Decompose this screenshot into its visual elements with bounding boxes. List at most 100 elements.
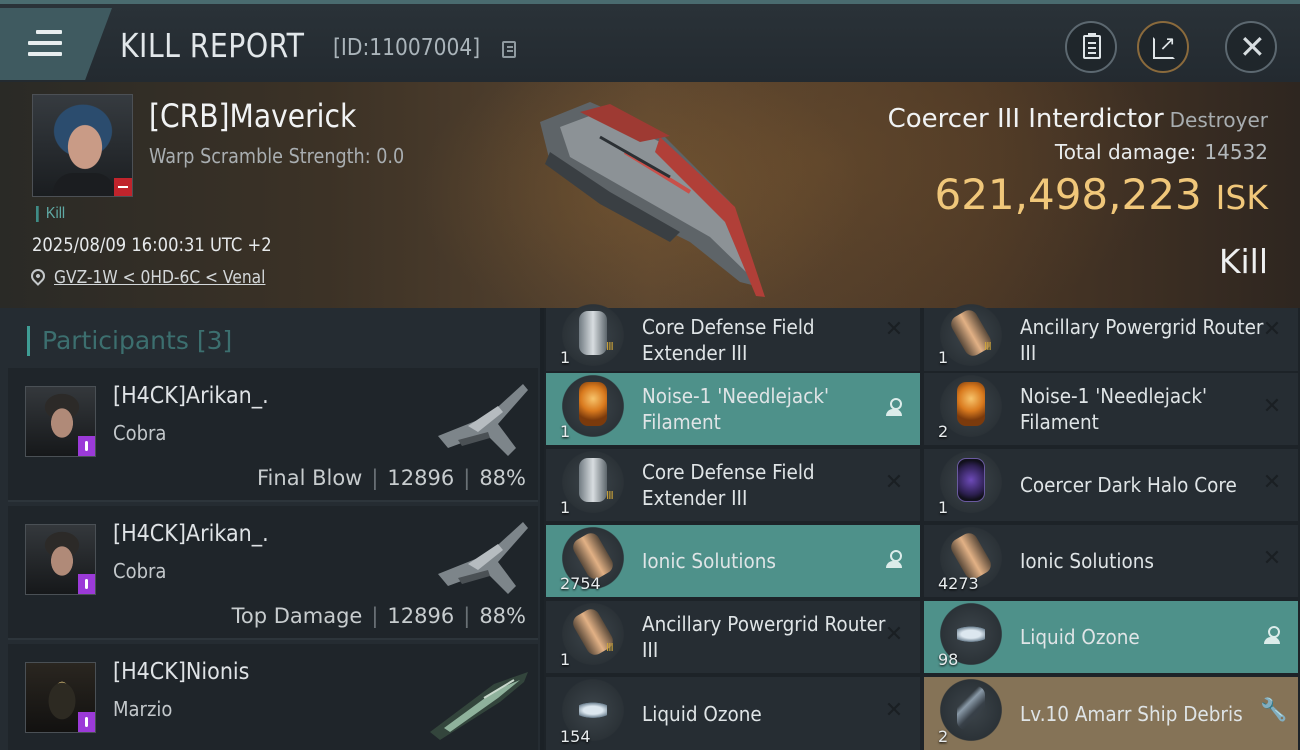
close-icon: ✕ [1239,28,1266,66]
isk-value: 621,498,223 ISK [934,170,1268,219]
participant-ship: Cobra [113,421,167,445]
item-label: Lv.10 Amarr Ship Debris [1020,701,1243,726]
report-id: [ID:11007004] [333,35,481,61]
item-qty: 1 [560,348,571,367]
item-slot[interactable]: 1 Coercer Dark Halo Core ✕ [924,449,1298,521]
participant-name: [H4CK]Arikan_. [113,383,269,409]
total-damage-label: Total damage: [1054,140,1197,164]
avatar [25,662,96,733]
item-slot[interactable]: 2754 Ionic Solutions [546,525,920,597]
item-qty: 98 [938,650,959,669]
participants-count: [3] [196,326,233,355]
item-qty: 1 [938,498,949,517]
item-qty: 2754 [560,574,601,593]
participant-ship-image [438,384,528,456]
item-slot[interactable]: 4273 Ionic Solutions ✕ [924,525,1298,597]
item-qty: 1 [560,650,571,669]
participant-role: Top Damage [231,604,363,628]
item-slot[interactable]: 2 Noise-1 'Needlejack' Filament ✕ [924,373,1298,445]
destroyed-icon: ✕ [884,470,904,495]
item-slot[interactable]: 1 Noise-1 'Needlejack' Filament [546,373,920,445]
dropped-user-icon [882,395,906,419]
item-label: Coercer Dark Halo Core [1020,473,1237,497]
total-damage: Total damage: 14532 [1055,140,1268,164]
participant-ship-image [438,522,528,594]
dropped-user-icon [1260,623,1284,647]
items-grid: III 1 Core Defense Field Extender III ✕ … [544,302,1300,750]
item-slot[interactable]: III 1 Core Defense Field Extender III ✕ [546,302,920,371]
item-qty: 2 [938,422,949,441]
participants-label: Participants [42,326,189,355]
participant-stats: Final Blow | 12896 | 88% [257,466,526,490]
item-label: Ionic Solutions [642,549,776,573]
item-label: Core Defense Field Extender III [642,314,815,365]
item-label: Noise-1 'Needlejack' Filament [1020,384,1208,434]
participants-panel: Participants [3] [H4CK]Arikan_. Cobra Fi… [0,308,540,750]
item-qty: 4273 [938,574,979,593]
participant-ship: Cobra [113,559,167,583]
participant-ship: Marzio [113,697,173,721]
loss-badge-icon [114,178,132,196]
destroyed-icon: ✕ [884,317,904,342]
item-slot[interactable]: III 1 Core Defense Field Extender III ✕ [546,449,920,521]
dropped-user-icon [882,547,906,571]
menu-button[interactable] [0,8,112,80]
item-qty: 1 [560,498,571,517]
item-label: Ancillary Powergrid Router III [642,612,886,662]
participant-ship-image [430,672,528,740]
kill-tag: Kill [36,206,65,222]
item-qty: 1 [938,348,949,367]
close-button[interactable]: ✕ [1225,21,1277,73]
total-damage-value: 14532 [1204,140,1268,164]
destroyed-icon: ✕ [1262,470,1282,495]
participant-card[interactable]: [H4CK]Arikan_. Cobra Top Damage | 12896 | 88… [8,506,538,640]
participant-role: Final Blow [257,466,363,490]
victim-portrait[interactable] [32,94,133,197]
participant-damage: 12896 [387,604,455,628]
clipboard-button[interactable] [1065,21,1117,73]
participant-card[interactable]: [H4CK]Nionis Marzio [8,644,538,750]
rank-badge-icon [78,712,95,732]
item-qty: 154 [560,727,591,746]
kill-timestamp: 2025/08/09 16:00:31 UTC +2 [32,234,272,256]
result-label: Kill [1218,242,1268,281]
wrench-icon: 🔧 [1260,698,1288,723]
item-slot[interactable]: III 1 Ancillary Powergrid Router III ✕ [924,302,1298,371]
location-pin-icon [28,266,48,286]
item-qty: 1 [560,422,571,441]
participant-stats: Top Damage | 12896 | 88% [231,604,526,628]
item-label: Liquid Ozone [642,701,762,726]
participant-percent: 88% [479,604,526,628]
hamburger-icon [28,30,62,56]
item-slot[interactable]: 98 Liquid Ozone [924,601,1298,673]
page-title: KILL REPORT [120,26,305,65]
destroyed-icon: ✕ [1262,546,1282,571]
item-slot[interactable]: 154 Liquid Ozone ✕ [546,677,920,750]
victim-ship: Coercer III Interdictor Destroyer [888,104,1268,134]
victim-name: [CRB]Maverick [149,97,357,135]
participant-percent: 88% [479,466,526,490]
item-slot[interactable]: 2 Lv.10 Amarr Ship Debris 🔧 [924,677,1298,750]
participant-card[interactable]: [H4CK]Arikan_. Cobra Final Blow | 12896 | 88… [8,368,538,502]
copy-icon[interactable] [502,41,516,58]
item-label: Core Defense Field Extender III [642,460,815,510]
participants-heading: Participants [3] [27,326,232,356]
share-button[interactable] [1137,21,1189,73]
avatar [25,524,96,595]
clipboard-icon [1083,33,1101,59]
share-icon [1153,31,1176,59]
victim-ship-image [540,102,765,297]
victim-panel: [CRB]Maverick Warp Scramble Strength: 0.… [0,82,1300,308]
location-link[interactable]: GVZ-1W < 0HD-6C < Venal [54,267,265,288]
item-slot[interactable]: III 1 Ancillary Powergrid Router III ✕ [546,601,920,673]
participant-name: [H4CK]Arikan_. [113,521,269,547]
item-label: Noise-1 'Needlejack' Filament [642,384,830,434]
ship-name: Coercer III Interdictor [887,104,1164,134]
top-bar: KILL REPORT [ID:11007004] ✕ [0,0,1300,82]
ship-class: Destroyer [1169,108,1268,132]
destroyed-icon: ✕ [1262,394,1282,419]
avatar [25,386,96,457]
warp-scramble-strength: Warp Scramble Strength: 0.0 [149,144,405,168]
item-label: Ionic Solutions [1020,549,1154,573]
destroyed-icon: ✕ [884,622,904,647]
